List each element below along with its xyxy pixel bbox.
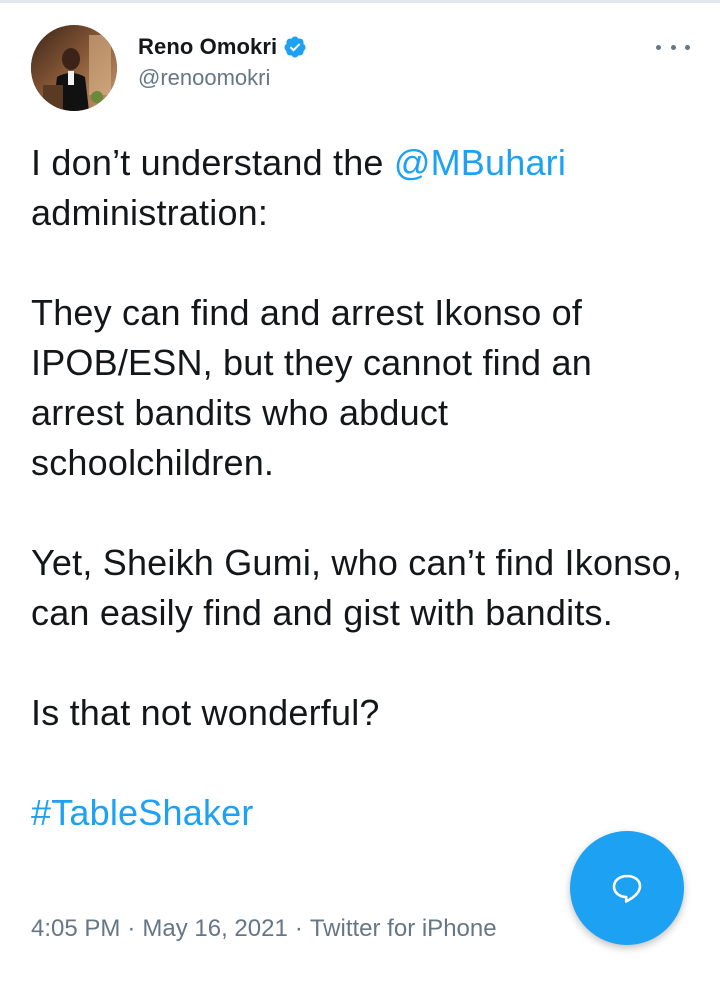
tweet-header: Reno Omokri @renoomokri (0, 0, 720, 120)
more-dot-icon (656, 44, 661, 50)
author-display-name[interactable]: Reno Omokri (138, 34, 277, 60)
meta-separator: · (294, 915, 303, 942)
tweet-paragraph-1: I don’t understand the @MBuhari administr… (31, 138, 691, 238)
tweet-paragraph-2: They can find and arrest Ikonso of IPOB/… (31, 292, 592, 483)
hashtag-link[interactable]: #TableShaker (31, 792, 254, 833)
more-dot-icon (670, 44, 676, 50)
tweet-date[interactable]: May 16, 2021 (142, 915, 287, 942)
meta-separator: · (127, 915, 136, 942)
author-info[interactable]: Reno Omokri @renoomokri (138, 33, 307, 91)
author-name-row: Reno Omokri (138, 33, 307, 61)
avatar-photo-icon (31, 25, 117, 111)
tweet-text: I don’t understand the @MBuhari administr… (31, 138, 691, 838)
tweet-paragraph-5: #TableShaker (31, 788, 691, 838)
mention-link[interactable]: @MBuhari (394, 142, 566, 183)
verified-badge-icon (283, 35, 307, 59)
reply-bubble-icon (612, 874, 642, 903)
tweet-metadata: 4:05 PM · May 16, 2021 · Twitter for iPhone (31, 915, 497, 943)
tweet-source[interactable]: Twitter for iPhone (310, 915, 497, 942)
tweet-time[interactable]: 4:05 PM (31, 915, 120, 942)
tweet-paragraph-3: Yet, Sheikh Gumi, who can’t find Ikonso,… (31, 542, 683, 633)
more-dot-icon (685, 44, 690, 50)
author-handle[interactable]: @renoomokri (138, 65, 307, 91)
tweet-paragraph-4: Is that not wonderful? (31, 692, 380, 733)
tweet-text-segment: administration: (31, 192, 269, 233)
tweet-text-segment: I don’t understand the (31, 142, 394, 183)
tweet-detail-page: Reno Omokri @renoomokri I don’t understa… (0, 0, 720, 981)
reply-compose-button[interactable] (570, 831, 684, 945)
more-options-button[interactable] (656, 36, 690, 58)
author-avatar[interactable] (31, 25, 117, 111)
